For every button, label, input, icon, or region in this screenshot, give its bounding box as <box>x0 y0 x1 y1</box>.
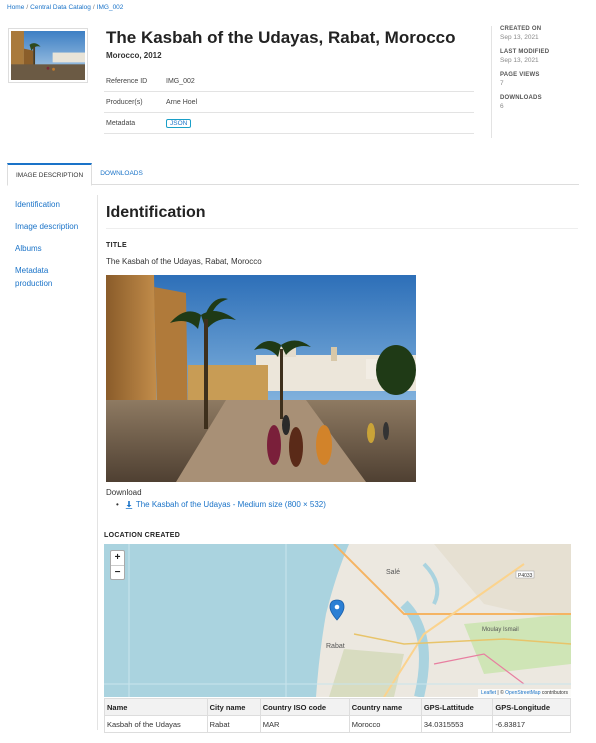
nav-metadata-production[interactable]: Metadata production <box>15 264 85 290</box>
divider <box>106 228 578 229</box>
column-header: Country ISO code <box>259 698 350 716</box>
zoom-out-button[interactable]: − <box>111 565 124 579</box>
attribution-separator: | © <box>496 690 506 696</box>
json-metadata-link[interactable]: JSON <box>166 118 192 128</box>
stat-value: 7 <box>500 80 504 87</box>
column-header: GPS-Longitude <box>492 698 571 716</box>
column-header: City name <box>206 698 261 716</box>
column-header: Country name <box>348 698 422 716</box>
table-header-row: Name City name Country ISO code Country … <box>104 698 571 716</box>
breadcrumb-home[interactable]: Home <box>7 4 24 11</box>
thumbnail-photo <box>11 31 85 80</box>
stats-panel: CREATED ON Sep 13, 2021 LAST MODIFIED Sep … <box>491 26 581 138</box>
table-cell: 34.0315553 <box>420 715 494 733</box>
thumbnail-image[interactable] <box>8 28 88 83</box>
stat-label: LAST MODIFIED <box>500 49 550 55</box>
section-nav: Identification Image description Albums … <box>15 198 85 299</box>
table-row: Kasbah of the Udayas Rabat MAR Morocco 3… <box>104 715 571 733</box>
column-header: GPS-Lattitude <box>420 698 494 716</box>
table-cell: Rabat <box>206 715 261 733</box>
meta-value: Arne Hoel <box>166 98 198 106</box>
map-attribution: Leaflet | © OpenStreetMap contributors <box>478 689 571 697</box>
meta-value: IMG_002 <box>166 77 195 85</box>
location-section-title: LOCATION CREATED <box>104 532 181 539</box>
breadcrumb-separator: / <box>92 4 95 11</box>
meta-key: Reference ID <box>106 77 148 85</box>
map-label-rabat: Rabat <box>326 643 345 650</box>
location-map[interactable]: Salé Rabat Moulay Ismail P4033 + − Leafl… <box>104 544 571 697</box>
leaflet-link[interactable]: Leaflet <box>481 690 496 696</box>
zoom-in-button[interactable]: + <box>111 551 124 565</box>
page-subtitle: Morocco, 2012 <box>106 51 162 60</box>
breadcrumb: Home / Central Data Catalog / IMG_002 <box>7 4 123 11</box>
stat-value: Sep 13, 2021 <box>500 34 539 41</box>
breadcrumb-separator: / <box>26 4 29 11</box>
nav-albums[interactable]: Albums <box>15 242 85 255</box>
table-cell: Morocco <box>348 715 422 733</box>
meta-row-reference: Reference ID IMG_002 <box>104 71 474 92</box>
map-label-sale: Salé <box>386 569 400 576</box>
nav-image-description[interactable]: Image description <box>15 220 85 233</box>
meta-row-producer: Producer(s) Arne Hoel <box>104 92 474 113</box>
map-label-moulay: Moulay Ismail <box>482 627 519 633</box>
nav-identification[interactable]: Identification <box>15 198 85 211</box>
download-medium-link[interactable]: The Kasbah of the Udayas - Medium size (… <box>136 500 326 509</box>
field-value-title: The Kasbah of the Udayas, Rabat, Morocco <box>106 257 262 266</box>
stat-label: PAGE VIEWS <box>500 72 540 78</box>
meta-row-metadata: Metadata JSON <box>104 113 474 134</box>
stat-value: 6 <box>500 103 504 110</box>
field-label-title: TITLE <box>106 242 127 249</box>
tab-bar: IMAGE DESCRIPTION DOWNLOADS <box>7 163 579 186</box>
column-header: Name <box>104 698 208 716</box>
table-cell: -6.83817 <box>492 715 571 733</box>
list-bullet: • <box>116 500 119 509</box>
main-photo <box>106 275 416 482</box>
stat-label: DOWNLOADS <box>500 95 542 101</box>
location-table: Name City name Country ISO code Country … <box>104 698 571 733</box>
breadcrumb-current[interactable]: IMG_002 <box>97 4 124 11</box>
map-tiles: Salé Rabat Moulay Ismail P4033 <box>104 544 571 697</box>
attribution-suffix: contributors <box>540 690 568 696</box>
osm-link[interactable]: OpenStreetMap <box>505 690 540 696</box>
stat-label: CREATED ON <box>500 26 542 32</box>
tab-downloads[interactable]: DOWNLOADS <box>92 163 151 184</box>
section-title: Identification <box>106 204 206 221</box>
page-title: The Kasbah of the Udayas, Rabat, Morocco <box>106 28 456 47</box>
download-item[interactable]: • The Kasbah of the Udayas - Medium size… <box>116 500 326 509</box>
tab-image-description[interactable]: IMAGE DESCRIPTION <box>7 163 93 186</box>
map-label-road: P4033 <box>518 573 533 579</box>
download-label: Download <box>106 488 142 497</box>
breadcrumb-catalog[interactable]: Central Data Catalog <box>30 4 91 11</box>
metadata-table: Reference ID IMG_002 Producer(s) Arne Ho… <box>104 71 474 134</box>
divider <box>97 195 98 730</box>
table-cell: Kasbah of the Udayas <box>104 715 208 733</box>
download-icon <box>125 500 133 509</box>
table-cell: MAR <box>259 715 350 733</box>
map-zoom-control: + − <box>110 550 125 580</box>
meta-key: Producer(s) <box>106 98 143 106</box>
stat-value: Sep 13, 2021 <box>500 57 539 64</box>
meta-key: Metadata <box>106 119 136 127</box>
